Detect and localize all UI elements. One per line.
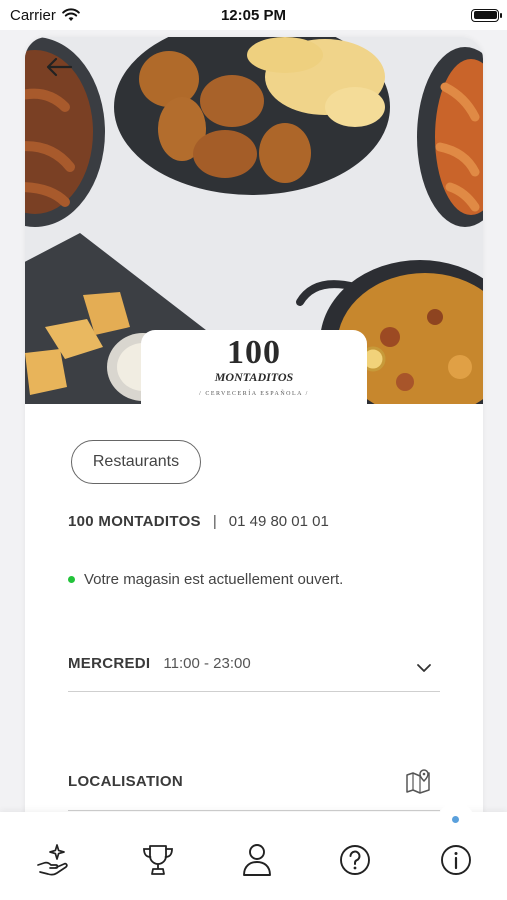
tab-rewards[interactable] [138,840,178,880]
active-tab-indicator [452,816,459,823]
profile-icon [243,844,271,876]
store-phone[interactable]: 01 49 80 01 01 [229,513,329,530]
store-name: 100 MONTADITOS [68,513,201,530]
status-left: Carrier [10,7,80,24]
help-question-icon [340,845,370,875]
logo-word: MONTADITOS [214,370,294,384]
tab-bar [0,802,507,900]
battery-icon [471,8,502,22]
map-pin-icon[interactable] [404,767,432,795]
tab-info[interactable] [436,840,476,880]
open-status: Votre magasin est actuellement ouvert. [68,571,343,588]
carrier-label: Carrier [10,6,56,24]
category-chip[interactable]: Restaurants [71,440,201,484]
store-detail-screen: Carrier 12:05 PM 100 MONTADITOS / CERVEC… [0,0,507,900]
opening-hours-dropdown[interactable]: MERCREDI 11:00 - 23:00 [68,655,440,692]
location-title: LOCALISATION [68,773,183,790]
hours-day: MERCREDI [68,655,151,672]
contact-separator: | [212,513,217,530]
chevron-down-icon[interactable] [416,663,432,673]
tab-offers[interactable] [34,840,74,880]
tab-help[interactable] [335,840,375,880]
back-arrow-icon[interactable] [43,55,75,79]
location-section: LOCALISATION [68,769,440,811]
info-icon [441,845,471,875]
hero-image: 100 MONTADITOS / CERVECERÍA ESPAÑOLA / [25,37,483,404]
store-card: 100 MONTADITOS / CERVECERÍA ESPAÑOLA / R… [25,37,483,837]
trophy-icon [143,845,173,875]
status-bar: Carrier 12:05 PM [0,0,507,30]
logo-tagline: / CERVECERÍA ESPAÑOLA / [199,391,309,397]
brand-logo: 100 MONTADITOS / CERVECERÍA ESPAÑOLA / [141,330,367,404]
tab-profile[interactable] [237,840,277,880]
hours-time: 11:00 - 23:00 [163,655,251,672]
offers-hand-sparkle-icon [37,844,68,876]
wifi-icon [62,8,80,21]
open-status-dot [68,576,75,583]
store-contact-line: 100 MONTADITOS | 01 49 80 01 01 [68,513,329,530]
open-status-text: Votre magasin est actuellement ouvert. [84,571,344,588]
logo-number: 100 [227,334,281,371]
